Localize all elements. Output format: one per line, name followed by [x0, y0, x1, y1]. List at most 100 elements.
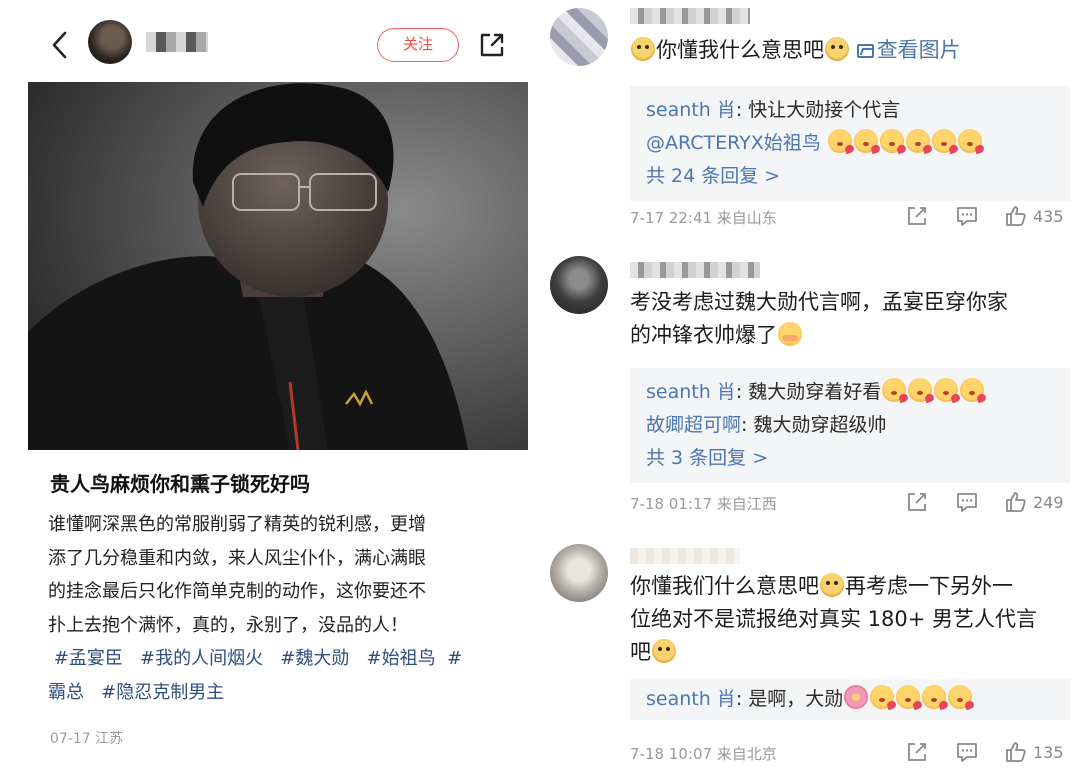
- post-body-line: 添了几分稳重和内敛，来人风尘仆仆，满心满眼: [48, 547, 426, 569]
- hashtag-fragment[interactable]: #: [447, 648, 462, 669]
- flower-emoji-icon: [844, 685, 869, 709]
- doge-emoji-icon: [825, 37, 849, 61]
- kiss-emoji-icon: [948, 685, 973, 709]
- reply-name[interactable]: 故卿超可啊: [646, 414, 741, 436]
- post-photo[interactable]: [28, 82, 528, 450]
- comment-icon[interactable]: [956, 741, 978, 763]
- reply-box[interactable]: seanth 肖: 魏大勋穿着好看 故卿超可啊: 魏大勋穿超级帅 共 3 条回复…: [630, 368, 1070, 483]
- kiss-emoji-icon: [870, 685, 895, 709]
- comment-time: 7-18 01:17 来自江西: [630, 495, 777, 513]
- image-icon: [856, 44, 874, 58]
- kiss-emoji-icon: [908, 378, 933, 402]
- commenter-name-redacted[interactable]: [630, 262, 760, 278]
- thumbs-up-icon[interactable]: [1005, 741, 1027, 763]
- share-icon[interactable]: [478, 31, 506, 59]
- repost-icon[interactable]: [906, 741, 928, 763]
- hashtag[interactable]: #始祖鸟: [367, 648, 436, 669]
- comment-meta: 7-17 22:41 来自山东 435: [630, 205, 1080, 229]
- hashtag[interactable]: #魏大勋: [280, 648, 349, 669]
- reply-line: seanth 肖: 快让大勋接个代言: [646, 94, 1054, 127]
- kiss-emoji-icon: [931, 129, 956, 153]
- hashtag[interactable]: #孟宴臣: [54, 648, 123, 669]
- avatar[interactable]: [550, 544, 608, 602]
- comment-line: 考没考虑过魏大勋代言啊，孟宴臣穿你家: [630, 290, 1008, 314]
- post-body-line: 的挂念最后只化作简单克制的动作，这你要还不: [48, 581, 426, 602]
- doge-emoji-icon: [820, 573, 844, 597]
- like-count: 249: [1033, 493, 1064, 512]
- kiss-emoji-icon: [960, 378, 985, 402]
- chevron-left-icon[interactable]: [48, 30, 72, 60]
- comment-text: 考没考虑过魏大勋代言啊，孟宴臣穿你家 的冲锋衣帅爆了: [630, 286, 1070, 352]
- reply-line: seanth 肖: 是啊，大勋: [646, 683, 1054, 716]
- comment-meta: 7-18 10:07 来自北京 135: [630, 741, 1080, 765]
- comment-line-text: 的冲锋衣帅爆了: [630, 323, 777, 347]
- kiss-emoji-icon: [957, 129, 982, 153]
- post-panel: 关注 贵人鸟麻烦你和熏子锁死好吗 谁懂啊深黑色的常服削弱了精英的锐利感，更增 添…: [0, 0, 548, 769]
- comment-line: 位绝对不是谎报绝对真实 180+ 男艺人代言: [630, 607, 1038, 631]
- reply-line: seanth 肖: 魏大勋穿着好看: [646, 376, 1054, 409]
- mention-link[interactable]: @ARCTERYX始祖鸟: [646, 132, 821, 154]
- reply-line: 故卿超可啊: 魏大勋穿超级帅: [646, 409, 1054, 442]
- thumbs-up-icon[interactable]: [1005, 205, 1027, 227]
- more-replies-link[interactable]: 共 24 条回复 >: [646, 160, 1054, 193]
- kiss-emoji-icon: [896, 685, 921, 709]
- hashtag[interactable]: #隐忍克制男主: [101, 682, 224, 703]
- comment-line-text: 吧: [630, 640, 651, 664]
- kiss-emoji-icon: [934, 378, 959, 402]
- like-count: 435: [1033, 207, 1064, 226]
- kiss-emoji-icon: [827, 129, 852, 153]
- comment-text: 你懂我什么意思吧 查看图片: [630, 34, 1070, 67]
- follow-button[interactable]: 关注: [377, 28, 459, 62]
- comment-line: 你懂我们什么意思吧 再考虑一下另外一: [630, 570, 1070, 603]
- comment-line-text: 你懂我们什么意思吧: [630, 574, 819, 598]
- avatar[interactable]: [550, 8, 608, 66]
- reply-text: : 魏大勋穿着好看: [735, 381, 882, 403]
- repost-icon[interactable]: [906, 205, 928, 227]
- more-replies-link[interactable]: 共 3 条回复 >: [646, 442, 1054, 475]
- reply-text: : 魏大勋穿超级帅: [741, 414, 887, 436]
- post-tags-line: 霸总 #隐忍克制男主: [48, 676, 508, 710]
- kiss-emoji-icon: [853, 129, 878, 153]
- comment-time: 7-17 22:41 来自山东: [630, 209, 777, 227]
- post-title: 贵人鸟麻烦你和熏子锁死好吗: [50, 472, 310, 496]
- doge-emoji-icon: [631, 37, 655, 61]
- author-name-redacted[interactable]: [146, 32, 208, 52]
- avatar[interactable]: [550, 256, 608, 314]
- post-body-line: 谁懂啊深黑色的常服削弱了精英的锐利感，更增: [48, 514, 426, 535]
- comment-line: 吧: [630, 636, 1070, 669]
- shy-emoji-icon: [778, 322, 802, 346]
- reply-name[interactable]: seanth 肖: [646, 688, 736, 710]
- author-avatar[interactable]: [88, 20, 132, 64]
- reply-box[interactable]: seanth 肖: 是啊，大勋: [630, 679, 1070, 720]
- kiss-emoji-icon: [882, 378, 907, 402]
- post-tags-line: #孟宴臣 #我的人间烟火 #魏大勋 #始祖鸟 #: [48, 642, 508, 676]
- comment-line-text: 再考虑一下另外一: [845, 574, 1013, 598]
- kiss-emoji-icon: [879, 129, 904, 153]
- comment-icon[interactable]: [956, 205, 978, 227]
- commenter-name-redacted[interactable]: [630, 8, 750, 24]
- view-image-label[interactable]: 查看图片: [877, 38, 961, 62]
- reply-name[interactable]: seanth 肖: [646, 99, 736, 121]
- comment-icon[interactable]: [956, 491, 978, 513]
- like-count: 135: [1033, 743, 1064, 762]
- kiss-emoji-icon: [922, 685, 947, 709]
- thumbs-up-icon[interactable]: [1005, 491, 1027, 513]
- comment-meta: 7-18 01:17 来自江西 249: [630, 491, 1080, 515]
- repost-icon[interactable]: [906, 491, 928, 513]
- reply-box[interactable]: seanth 肖: 快让大勋接个代言 @ARCTERYX始祖鸟 共 24 条回复…: [630, 86, 1070, 201]
- comments-panel: 你懂我什么意思吧 查看图片 seanth 肖: 快让大勋接个代言 @ARCTER…: [548, 0, 1080, 769]
- doge-emoji-icon: [652, 639, 676, 663]
- hashtag[interactable]: #我的人间烟火: [140, 648, 263, 669]
- comment-text-span: 你懂我什么意思吧: [656, 38, 824, 62]
- post-body: 谁懂啊深黑色的常服削弱了精英的锐利感，更增 添了几分稳重和内敛，来人风尘仆仆，满…: [48, 508, 508, 709]
- reply-text: : 是啊，大勋: [735, 688, 844, 710]
- hashtag[interactable]: 霸总: [48, 682, 84, 703]
- reply-text: : 快让大勋接个代言: [735, 99, 901, 121]
- comment-time: 7-18 10:07 来自北京: [630, 745, 777, 763]
- reply-name[interactable]: seanth 肖: [646, 381, 736, 403]
- view-image-link[interactable]: 查看图片: [856, 38, 961, 62]
- kiss-emoji-icon: [905, 129, 930, 153]
- reply-line: @ARCTERYX始祖鸟: [646, 127, 1054, 160]
- commenter-name-redacted[interactable]: [630, 548, 740, 564]
- comment-line: 的冲锋衣帅爆了: [630, 319, 1070, 352]
